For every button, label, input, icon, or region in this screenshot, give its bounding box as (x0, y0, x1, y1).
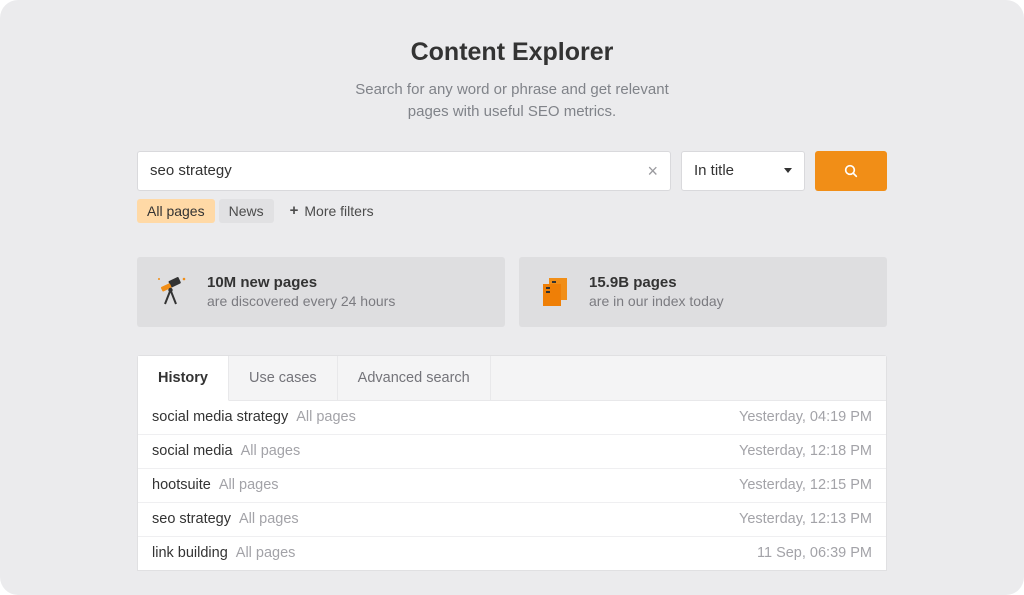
stat-card-new-pages: 10M new pages are discovered every 24 ho… (137, 257, 505, 327)
history-scope: All pages (241, 443, 301, 459)
more-filters-button[interactable]: + More filters (290, 202, 374, 219)
stat-sub: are discovered every 24 hours (207, 293, 395, 309)
history-scope: All pages (219, 477, 279, 493)
history-scope: All pages (296, 409, 356, 425)
history-item[interactable]: seo strategy All pages Yesterday, 12:13 PM (138, 503, 886, 537)
history-scope: All pages (236, 545, 296, 561)
stat-title: 10M new pages (207, 274, 395, 291)
tab-advanced-search[interactable]: Advanced search (338, 356, 491, 400)
scope-select[interactable]: In title (681, 151, 805, 191)
history-item[interactable]: hootsuite All pages Yesterday, 12:15 PM (138, 469, 886, 503)
search-icon (843, 163, 859, 179)
stat-sub: are in our index today (589, 293, 724, 309)
history-item[interactable]: social media All pages Yesterday, 12:18 PM (138, 435, 886, 469)
history-item[interactable]: link building All pages 11 Sep, 06:39 PM (138, 537, 886, 570)
scope-select-label: In title (694, 162, 734, 179)
telescope-icon (155, 274, 191, 310)
servers-icon (537, 274, 573, 310)
tab-history[interactable]: History (138, 356, 229, 401)
filter-news[interactable]: News (219, 199, 274, 223)
history-query: social media (152, 443, 233, 459)
history-time: Yesterday, 12:15 PM (739, 477, 872, 493)
search-button[interactable] (815, 151, 887, 191)
chevron-down-icon (784, 168, 792, 173)
history-query: seo strategy (152, 511, 231, 527)
page-title: Content Explorer (0, 38, 1024, 67)
search-input-container[interactable]: × (137, 151, 671, 191)
filter-all-pages[interactable]: All pages (137, 199, 215, 223)
search-input[interactable] (150, 162, 647, 179)
more-filters-label: More filters (304, 203, 373, 219)
stat-card-index-pages: 15.9B pages are in our index today (519, 257, 887, 327)
clear-icon[interactable]: × (647, 162, 658, 180)
history-query: link building (152, 545, 228, 561)
history-item[interactable]: social media strategy All pages Yesterday,… (138, 401, 886, 435)
history-query: hootsuite (152, 477, 211, 493)
history-scope: All pages (239, 511, 299, 527)
history-time: Yesterday, 12:18 PM (739, 443, 872, 459)
history-time: 11 Sep, 06:39 PM (757, 545, 872, 561)
page-subtitle: Search for any word or phrase and get re… (0, 79, 1024, 123)
plus-icon: + (290, 202, 299, 219)
tab-use-cases[interactable]: Use cases (229, 356, 338, 400)
stat-title: 15.9B pages (589, 274, 724, 291)
history-time: Yesterday, 04:19 PM (739, 409, 872, 425)
history-query: social media strategy (152, 409, 288, 425)
history-time: Yesterday, 12:13 PM (739, 511, 872, 527)
